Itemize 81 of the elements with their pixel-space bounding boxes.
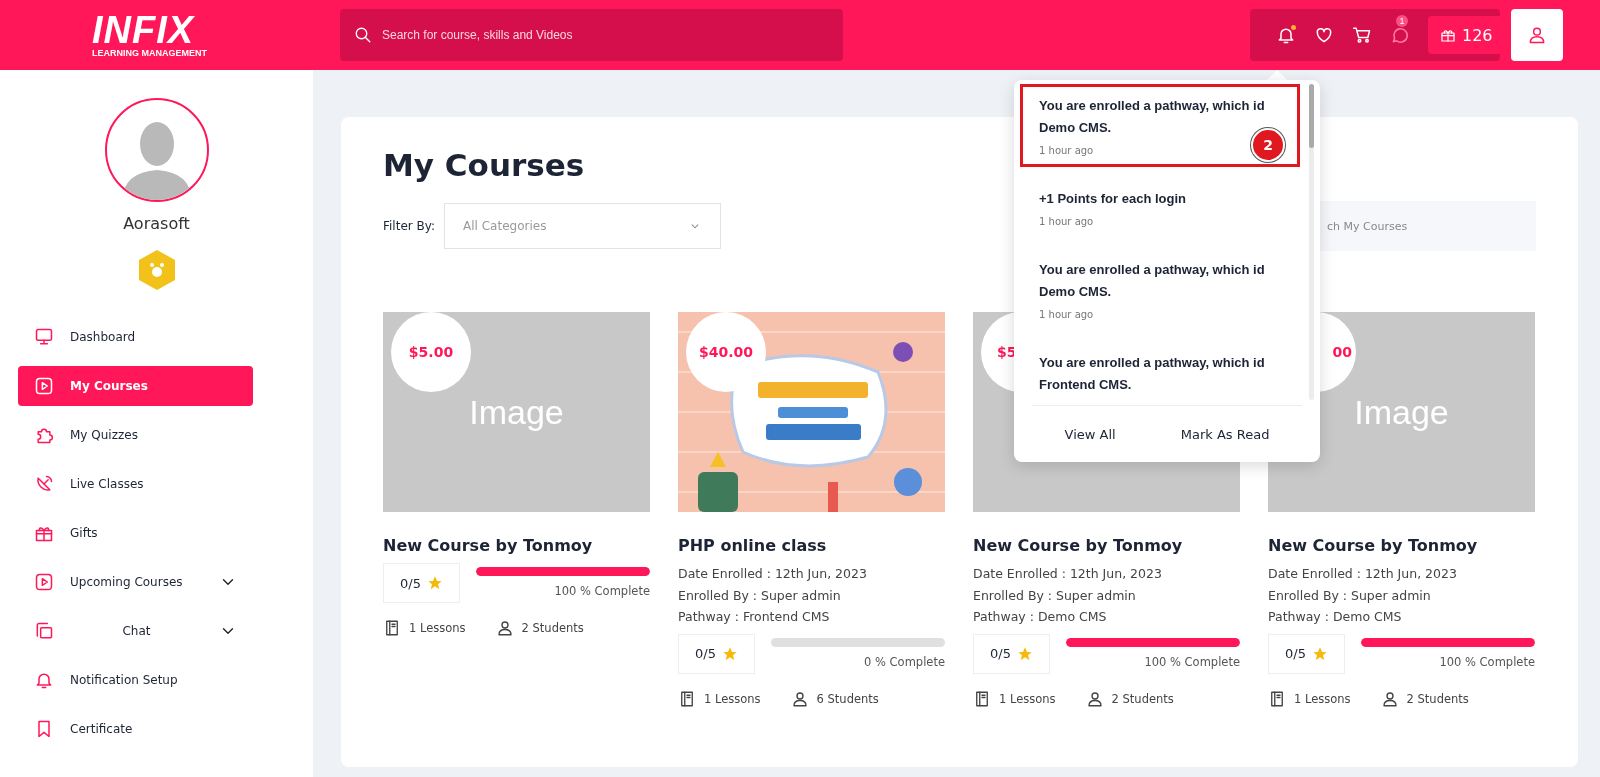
students-count: 2 Students xyxy=(1111,691,1174,706)
gift-icon xyxy=(1440,27,1456,43)
search-icon xyxy=(354,26,372,44)
course-title[interactable]: New Course by Tonmoy xyxy=(383,536,650,555)
course-detail: Date Enrolled : 12th Jun, 2023 xyxy=(973,565,1163,583)
cart-button[interactable] xyxy=(1352,25,1372,45)
chat-bubble-icon xyxy=(1390,25,1410,45)
badge-icon xyxy=(137,249,176,291)
user-icon xyxy=(1527,25,1547,45)
user-icon xyxy=(1380,689,1399,708)
sidebar-item[interactable]: My Quizzes xyxy=(18,415,253,455)
course-detail: Enrolled By : Super admin xyxy=(1268,586,1432,605)
wishlist-button[interactable] xyxy=(1314,25,1334,45)
progress-text: 100 % Complete xyxy=(554,584,650,598)
course-title[interactable]: New Course by Tonmoy xyxy=(1268,536,1535,555)
course-detail: Enrolled By : Super admin xyxy=(973,586,1137,605)
scrollbar[interactable] xyxy=(1309,84,1314,400)
course-detail: Pathway : Demo CMS xyxy=(973,608,1108,626)
notebook-icon xyxy=(973,689,991,708)
cart-icon xyxy=(1352,25,1372,45)
rating-box: 0/5 xyxy=(1268,633,1345,674)
lessons-count: 1 Lessons xyxy=(999,691,1056,706)
search-field[interactable]: Search for course, skills and Videos xyxy=(340,9,843,61)
notification-item[interactable]: You are enrolled a pathway, which id Demo CMS. 1 hour ago 2 xyxy=(1020,84,1300,167)
progress-text: 100 % Complete xyxy=(1439,654,1535,669)
notebook-icon xyxy=(678,689,696,708)
rating-box: 0/5 xyxy=(678,633,755,674)
students-count: 2 Students xyxy=(1406,691,1469,706)
profile-button[interactable] xyxy=(1511,9,1563,61)
notification-action[interactable]: Mark As Read xyxy=(1174,425,1276,443)
monitor-icon xyxy=(34,327,54,347)
sidebar-item[interactable]: Notification Setup xyxy=(18,660,253,700)
progress-text: 100 % Complete xyxy=(1144,654,1240,669)
notification-action[interactable]: View All xyxy=(1058,425,1122,443)
puzzle-icon xyxy=(34,425,54,445)
notification-time: 1 hour ago xyxy=(1039,145,1094,156)
star-icon xyxy=(1311,645,1328,662)
logo-subtitle: LEARNING MANAGEMENT xyxy=(92,48,207,58)
logo[interactable]: INFIX xyxy=(92,12,195,48)
course-title[interactable]: PHP online class xyxy=(678,536,945,555)
sidebar-item[interactable]: Upcoming Courses xyxy=(18,562,253,602)
course-detail: Date Enrolled : 12th Jun, 2023 xyxy=(1268,565,1458,583)
satellite-dish-icon xyxy=(34,474,54,494)
heart-icon xyxy=(1314,25,1334,45)
sidebar-item[interactable]: Dashboard xyxy=(18,317,253,357)
progress-text: 0 % Complete xyxy=(864,654,945,669)
chat-icon xyxy=(34,621,54,641)
chat-count-badge: 1 xyxy=(1396,15,1408,27)
rating-box: 0/5 xyxy=(383,563,460,603)
sidebar-item[interactable]: Live Classes xyxy=(18,464,253,504)
page-title: My Courses xyxy=(383,146,585,183)
filter-label: Filter By: xyxy=(383,219,436,233)
sidebar-item[interactable]: Certificate xyxy=(18,709,253,749)
lessons-count: 1 Lessons xyxy=(704,691,761,706)
course-detail: Enrolled By : Super admin xyxy=(678,586,842,605)
play-icon xyxy=(34,572,54,592)
course-title[interactable]: New Course by Tonmoy xyxy=(973,536,1240,555)
sidebar-item[interactable]: My Courses xyxy=(18,366,253,406)
user-icon xyxy=(1085,689,1104,708)
course-detail: Pathway : Demo CMS xyxy=(1268,608,1403,626)
notification-time: 1 hour ago xyxy=(1039,216,1094,227)
students-count: 2 Students xyxy=(521,621,584,635)
lessons-count: 1 Lessons xyxy=(1294,691,1351,706)
star-icon xyxy=(1016,645,1033,662)
step-badge: 2 xyxy=(1251,128,1285,162)
user-name: Aorasoft xyxy=(123,214,190,233)
notebook-icon xyxy=(383,619,401,637)
play-icon xyxy=(34,376,54,396)
notification-button[interactable] xyxy=(1276,25,1296,45)
user-icon xyxy=(790,689,809,708)
star-icon xyxy=(426,575,443,591)
sidebar-item[interactable]: Gifts xyxy=(18,513,253,553)
course-detail: Date Enrolled : 12th Jun, 2023 xyxy=(678,565,868,583)
lessons-count: 1 Lessons xyxy=(409,621,466,635)
rating-box: 0/5 xyxy=(973,633,1050,674)
user-icon xyxy=(495,619,514,637)
course-detail: Pathway : Frontend CMS xyxy=(678,608,831,626)
sidebar-item[interactable]: Chat xyxy=(18,611,253,651)
students-count: 6 Students xyxy=(816,691,879,706)
notebook-icon xyxy=(1268,689,1286,708)
star-icon xyxy=(721,645,738,662)
